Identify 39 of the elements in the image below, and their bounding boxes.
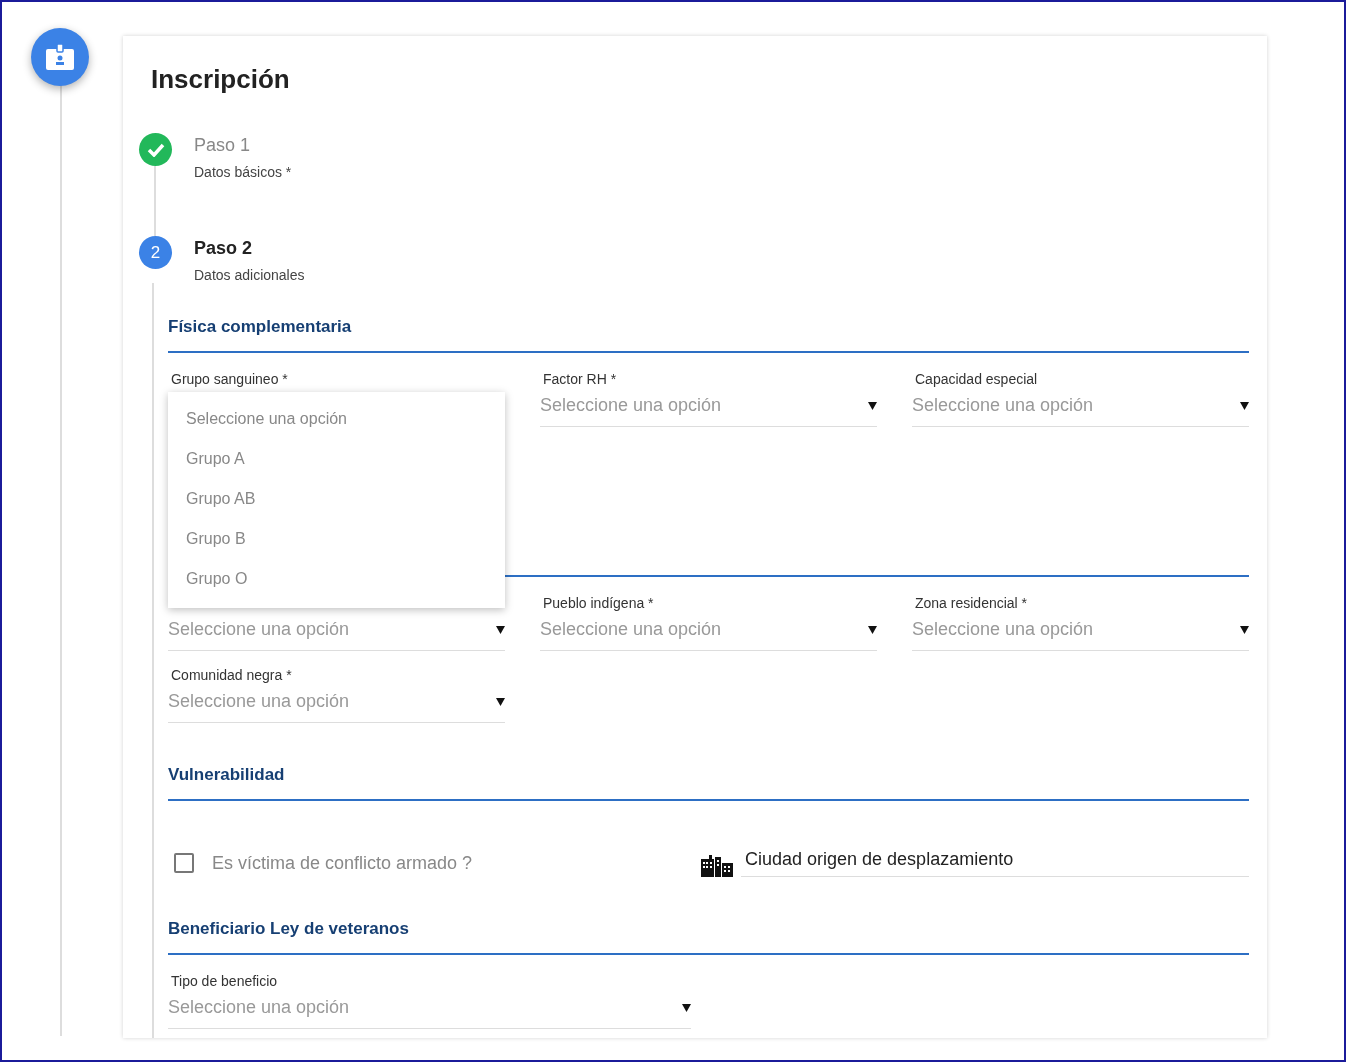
section-title: Vulnerabilidad: [168, 765, 285, 785]
section-title: Física complementaria: [168, 317, 352, 337]
field-label: Pueblo indígena *: [542, 595, 655, 613]
field-label: Capacidad especial: [914, 371, 1039, 389]
step-subtitle: Datos adicionales: [194, 267, 305, 283]
field-label: Tipo de beneficio: [170, 973, 279, 991]
page-title: Inscripción: [151, 64, 291, 95]
caret-icon: [868, 401, 877, 410]
field-label: Factor RH *: [542, 371, 618, 389]
caret-icon: [682, 1003, 691, 1012]
id-badge-icon: [46, 44, 74, 70]
menu-option[interactable]: Grupo O: [168, 560, 505, 600]
field-label: Comunidad negra *: [170, 667, 293, 685]
select-field[interactable]: Seleccione una opción: [168, 685, 505, 723]
step-title: Paso 1: [194, 135, 252, 156]
menu-option[interactable]: Seleccione una opción: [168, 400, 505, 440]
menu-option[interactable]: Grupo AB: [168, 480, 505, 520]
field-label: Grupo sanguineo *: [170, 371, 289, 389]
select-field[interactable]: Seleccione una opción: [912, 389, 1249, 427]
field-label: Zona residencial *: [914, 595, 1029, 613]
select-field[interactable]: Seleccione una opción: [168, 991, 691, 1029]
select-field[interactable]: Seleccione una opción: [912, 613, 1249, 651]
caret-icon: [496, 697, 505, 706]
select-field[interactable]: Seleccione una opción: [540, 613, 877, 651]
caret-icon: [496, 625, 505, 634]
menu-option[interactable]: Grupo B: [168, 520, 505, 560]
caret-icon: [1240, 401, 1249, 410]
select-field[interactable]: Seleccione una opción: [168, 613, 505, 651]
step-subtitle: Datos básicos *: [194, 164, 292, 180]
select-field[interactable]: Seleccione una opción: [540, 389, 877, 427]
step-title: Paso 2: [194, 238, 254, 259]
checkbox-label: Es víctima de conflicto armado ?: [212, 852, 473, 874]
menu-option[interactable]: Grupo A: [168, 440, 505, 480]
checkbox[interactable]: [174, 853, 194, 873]
step-number: 2: [139, 236, 172, 269]
caret-icon: [868, 625, 877, 634]
caret-icon: [1240, 625, 1249, 634]
buildings-icon: [701, 853, 733, 877]
section-title: Beneficiario Ley de veteranos: [168, 919, 409, 939]
